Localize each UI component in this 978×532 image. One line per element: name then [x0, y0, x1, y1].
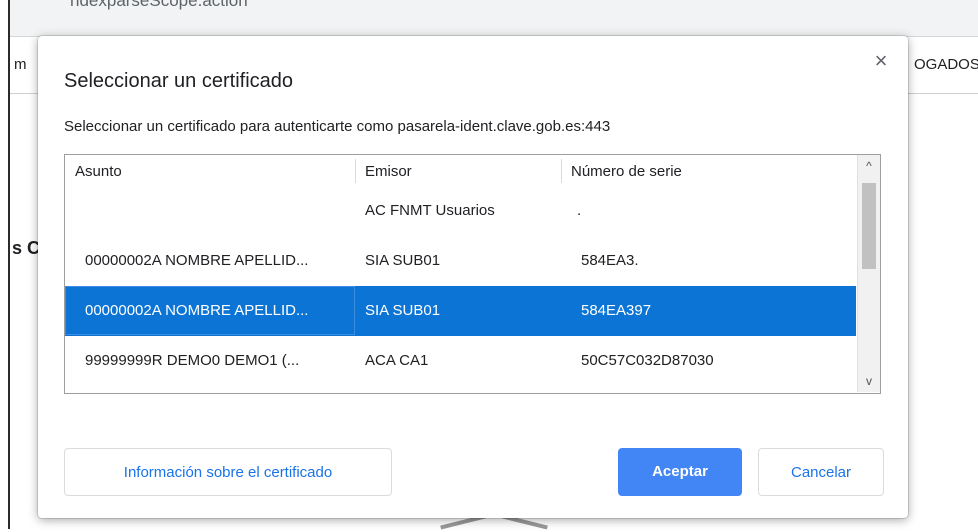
dialog-title: Seleccionar un certificado — [64, 70, 294, 92]
column-header-asunto[interactable]: Asunto — [65, 155, 355, 186]
column-header-numero-serie[interactable]: Número de serie — [561, 155, 851, 186]
cell-emisor: SIA SUB01 — [365, 252, 441, 269]
scroll-down-arrow-icon[interactable]: v — [858, 370, 880, 392]
table-body: AC FNMT Usuarios . 00000002A NOMBRE APEL… — [65, 186, 856, 392]
dialog-subtitle: Seleccionar un certificado para autentic… — [64, 118, 611, 135]
close-icon[interactable]: × — [870, 50, 892, 72]
cell-emisor: ACA CA1 — [365, 352, 429, 369]
cell-numero-serie: 584EA3. — [581, 252, 639, 269]
cell-asunto: 99999999R DEMO0 DEMO1 (... — [85, 352, 300, 369]
cell-asunto — [85, 186, 345, 236]
cell-emisor: SIA SUB01 — [365, 302, 441, 319]
cell-numero-serie: . — [577, 202, 582, 219]
certificate-table: Asunto Emisor Número de serie AC FNMT Us… — [64, 154, 881, 394]
background-nav-right-text: OGADOS — [914, 56, 978, 73]
certificate-info-button[interactable]: Información sobre el certificado — [64, 448, 392, 496]
background-left-border — [0, 0, 10, 529]
background-heading: s C — [12, 238, 41, 258]
cell-emisor: AC FNMT Usuarios — [365, 202, 495, 219]
certificate-selection-dialog: × Seleccionar un certificado Seleccionar… — [38, 36, 908, 518]
table-header: Asunto Emisor Número de serie — [65, 155, 856, 186]
cancel-button[interactable]: Cancelar — [758, 448, 884, 496]
accept-button[interactable]: Aceptar — [618, 448, 742, 496]
address-bar-url: ndexparseScope.action — [70, 0, 248, 10]
address-bar: ndexparseScope.action — [10, 0, 978, 37]
column-header-emisor[interactable]: Emisor — [355, 155, 555, 186]
background-nav-left-text: m — [14, 56, 27, 73]
cell-asunto: 00000002A NOMBRE APELLID... — [85, 302, 309, 319]
cell-numero-serie: 50C57C032D87030 — [581, 352, 714, 369]
cell-numero-serie: 584EA397 — [581, 302, 652, 319]
scroll-up-arrow-icon[interactable]: ^ — [858, 155, 880, 177]
scrollbar-thumb[interactable] — [862, 183, 876, 269]
cell-asunto: 00000002A NOMBRE APELLID... — [85, 252, 309, 269]
table-scrollbar[interactable]: ^ v — [857, 155, 880, 392]
table-row[interactable]: AC FNMT Usuarios . — [65, 186, 856, 236]
table-row-selected[interactable]: 00000002A NOMBRE APELLID... SIA SUB01 58… — [65, 286, 856, 336]
table-row[interactable]: 99999999R DEMO0 DEMO1 (... ACA CA1 50C57… — [65, 336, 856, 386]
table-row[interactable]: 00000002A NOMBRE APELLID... SIA SUB01 58… — [65, 236, 856, 286]
